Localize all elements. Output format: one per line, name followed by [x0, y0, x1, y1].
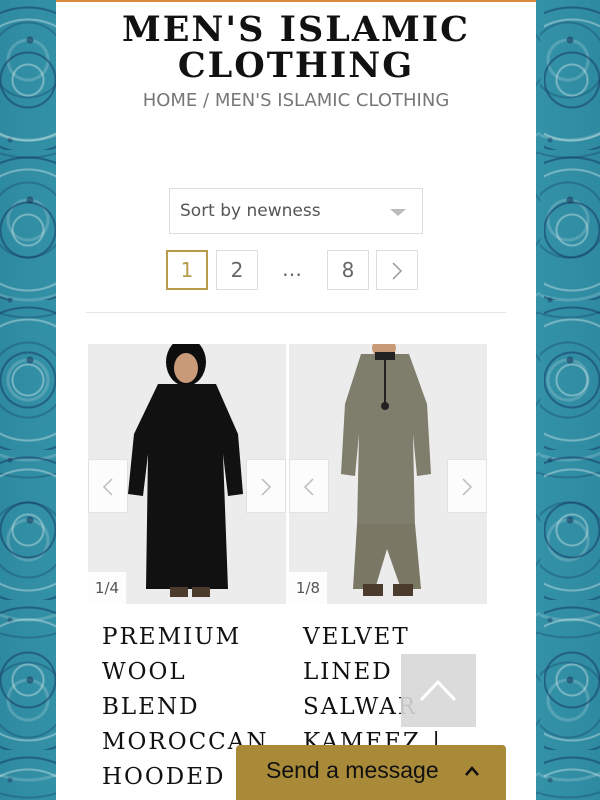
- page-button-8[interactable]: 8: [327, 250, 369, 290]
- chevron-down-icon: [390, 209, 406, 216]
- chevron-left-icon: [303, 478, 314, 496]
- right-background-pattern: [544, 0, 600, 800]
- page-title-line2: CLOTHING: [177, 45, 415, 86]
- pagination: 1 2 … 8: [56, 250, 536, 290]
- chevron-up-icon: [465, 766, 479, 776]
- product-card-1[interactable]: 1/4: [88, 344, 286, 604]
- image-next-button[interactable]: [447, 459, 487, 513]
- product-card-2[interactable]: 1/8: [289, 344, 487, 604]
- product-image-1[interactable]: 1/4: [88, 344, 286, 604]
- scroll-to-top-button[interactable]: [401, 654, 476, 727]
- page-button-1[interactable]: 1: [166, 250, 208, 290]
- next-page-button[interactable]: [376, 250, 418, 290]
- image-prev-button[interactable]: [289, 459, 329, 513]
- chevron-left-icon: [102, 478, 113, 496]
- chevron-right-icon: [392, 262, 403, 280]
- product-image-2[interactable]: 1/8: [289, 344, 487, 604]
- chevron-up-icon: [419, 679, 457, 702]
- send-message-widget[interactable]: Send a message: [236, 745, 506, 800]
- page-ellipsis: …: [271, 250, 313, 290]
- send-message-label: Send a message: [266, 757, 439, 783]
- left-background-pattern: [0, 0, 56, 800]
- image-counter: 1/4: [88, 572, 126, 604]
- divider: [86, 312, 506, 313]
- page-title-line1: MEN'S ISLAMIC: [122, 9, 470, 50]
- chevron-right-icon: [261, 478, 272, 496]
- sort-selected-label: Sort by newness: [180, 201, 321, 221]
- image-next-button[interactable]: [246, 459, 286, 513]
- image-prev-button[interactable]: [88, 459, 128, 513]
- page-button-2[interactable]: 2: [216, 250, 258, 290]
- image-counter: 1/8: [289, 572, 327, 604]
- page-title: MEN'S ISLAMIC CLOTHING: [56, 12, 536, 84]
- sort-dropdown[interactable]: Sort by newness: [169, 188, 423, 234]
- breadcrumb[interactable]: HOME / MEN'S ISLAMIC CLOTHING: [56, 90, 536, 111]
- chevron-right-icon: [462, 478, 473, 496]
